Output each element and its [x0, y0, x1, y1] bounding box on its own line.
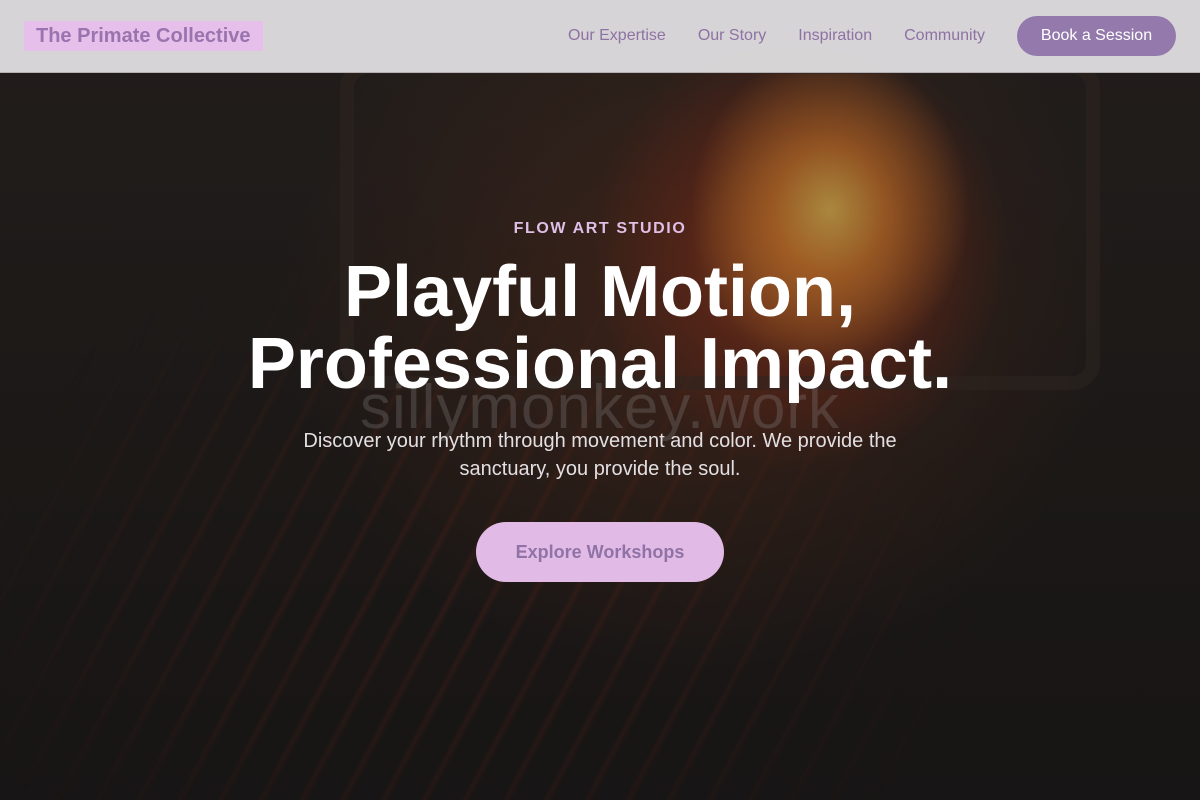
hero-headline: Playful Motion, Professional Impact.: [0, 256, 1200, 400]
explore-workshops-button[interactable]: Explore Workshops: [476, 522, 724, 582]
hero-eyebrow: FLOW ART STUDIO: [513, 220, 687, 237]
headline-line-2: Professional Impact.: [247, 324, 953, 404]
headline-line-1: Playful Motion,: [344, 252, 856, 332]
hero-content: FLOW ART STUDIO Playful Motion, Professi…: [0, 0, 1200, 800]
hero-subtitle: Discover your rhythm through movement an…: [303, 430, 897, 480]
